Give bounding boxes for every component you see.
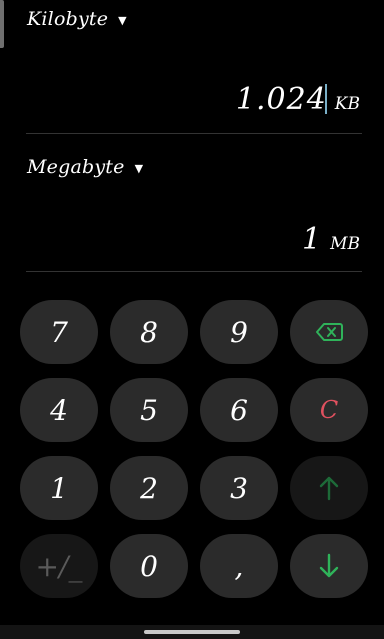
key-2[interactable]: 2 bbox=[110, 456, 188, 520]
sign-toggle-button[interactable]: +/_ bbox=[20, 534, 98, 598]
arrow-up-icon bbox=[318, 475, 340, 501]
key-7[interactable]: 7 bbox=[20, 300, 98, 364]
key-1[interactable]: 1 bbox=[20, 456, 98, 520]
to-value-field[interactable]: 1 MB bbox=[302, 222, 360, 257]
from-unit-dropdown[interactable]: Kilobyte ▼ bbox=[27, 8, 127, 30]
decimal-separator-button[interactable]: , bbox=[200, 534, 278, 598]
to-unit-name: Megabyte bbox=[27, 156, 125, 178]
text-cursor bbox=[324, 84, 327, 114]
move-up-button[interactable] bbox=[290, 456, 368, 520]
key-4[interactable]: 4 bbox=[20, 378, 98, 442]
from-unit-symbol: KB bbox=[334, 94, 360, 114]
divider bbox=[26, 133, 362, 134]
key-0[interactable]: 0 bbox=[110, 534, 188, 598]
dropdown-caret-icon: ▼ bbox=[134, 161, 144, 175]
backspace-button[interactable] bbox=[290, 300, 368, 364]
scroll-edge bbox=[0, 0, 4, 48]
from-unit-name: Kilobyte bbox=[27, 8, 109, 30]
key-5[interactable]: 5 bbox=[110, 378, 188, 442]
to-value: 1 bbox=[302, 222, 323, 257]
from-value: 1.024 bbox=[235, 82, 327, 117]
clear-label: C bbox=[319, 396, 339, 424]
to-unit-dropdown[interactable]: Megabyte ▼ bbox=[27, 156, 143, 178]
key-8[interactable]: 8 bbox=[110, 300, 188, 364]
to-unit-symbol: MB bbox=[330, 234, 360, 254]
from-value-field[interactable]: 1.024 KB bbox=[236, 82, 360, 117]
dropdown-caret-icon: ▼ bbox=[118, 13, 127, 27]
divider bbox=[26, 271, 362, 272]
home-indicator[interactable] bbox=[144, 630, 240, 634]
move-down-button[interactable] bbox=[290, 534, 368, 598]
key-9[interactable]: 9 bbox=[200, 300, 278, 364]
key-6[interactable]: 6 bbox=[200, 378, 278, 442]
backspace-icon bbox=[315, 322, 343, 342]
arrow-down-icon bbox=[318, 553, 340, 579]
clear-button[interactable]: C bbox=[290, 378, 368, 442]
key-3[interactable]: 3 bbox=[200, 456, 278, 520]
keypad: 7 8 9 4 5 6 C 1 2 3 +/_ 0 , bbox=[20, 300, 370, 598]
